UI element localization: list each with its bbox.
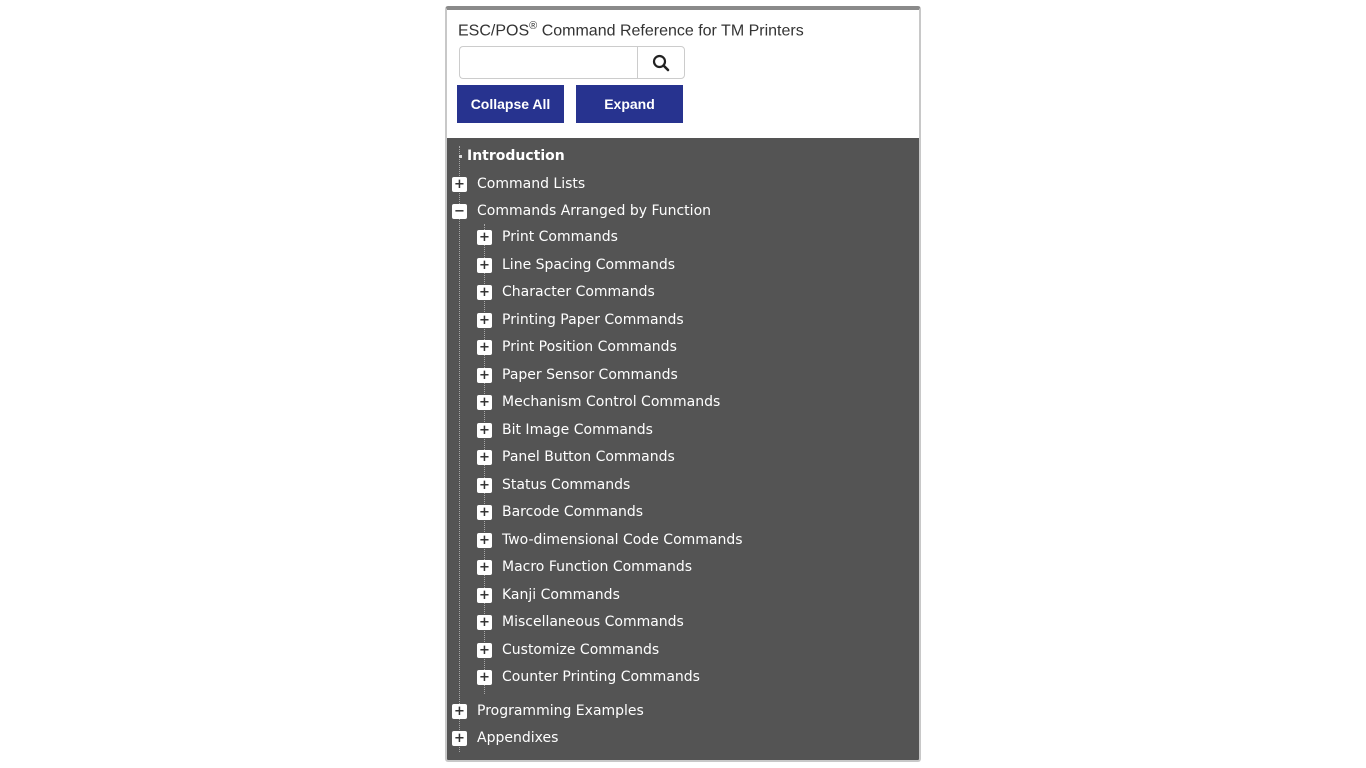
tree-item-function-1[interactable]: + Line Spacing Commands — [477, 255, 675, 275]
tree-item-label: Command Lists — [477, 176, 586, 192]
expand-icon[interactable]: + — [477, 587, 492, 603]
tree-item-function-15[interactable]: + Customize Commands — [477, 640, 659, 660]
expand-icon[interactable]: + — [477, 477, 492, 493]
search-icon — [652, 54, 670, 71]
expand-button[interactable]: Expand — [576, 85, 683, 123]
tree-item-label: Print Position Commands — [502, 339, 677, 355]
tree-item-label: Mechanism Control Commands — [502, 394, 721, 410]
tree-item-label: Character Commands — [502, 284, 655, 300]
expand-icon[interactable]: + — [477, 504, 492, 520]
tree-item-function-8[interactable]: + Panel Button Commands — [477, 447, 675, 467]
collapse-icon[interactable]: − — [452, 203, 467, 219]
tree-item-programming-examples[interactable]: + Programming Examples — [452, 701, 644, 721]
tree-item-label: Commands Arranged by Function — [477, 203, 712, 219]
tree-item-function-4[interactable]: + Print Position Commands — [477, 337, 677, 357]
expand-icon[interactable]: + — [477, 367, 492, 383]
toc-tree: Introduction + Command Lists − Commands … — [447, 138, 919, 760]
expand-icon[interactable]: + — [477, 257, 492, 273]
search-input[interactable] — [459, 46, 637, 79]
tree-item-label: Kanji Commands — [502, 587, 620, 603]
tree-item-label: Customize Commands — [502, 642, 660, 658]
tree-item-label: Programming Examples — [477, 703, 644, 719]
panel-header: ESC/POS® Command Reference for TM Printe… — [447, 10, 919, 138]
expand-icon[interactable]: + — [477, 394, 492, 410]
tree-item-label: Two-dimensional Code Commands — [502, 532, 743, 548]
expand-icon[interactable]: + — [477, 284, 492, 300]
expand-icon[interactable]: + — [477, 669, 492, 685]
tree-item-function-14[interactable]: + Miscellaneous Commands — [477, 612, 684, 632]
navigation-panel: ESC/POS® Command Reference for TM Printe… — [445, 6, 921, 762]
tree-item-function-10[interactable]: + Barcode Commands — [477, 502, 643, 522]
tree-item-function-9[interactable]: + Status Commands — [477, 475, 630, 495]
tree-item-commands-by-function[interactable]: − Commands Arranged by Function — [452, 201, 711, 221]
expand-icon[interactable]: + — [477, 449, 492, 465]
bullet-icon — [459, 154, 462, 158]
tree-item-label: Barcode Commands — [502, 504, 644, 520]
tree-item-function-13[interactable]: + Kanji Commands — [477, 585, 620, 605]
tree-item-label: Paper Sensor Commands — [502, 367, 678, 383]
expand-icon[interactable]: + — [452, 176, 467, 192]
tree-item-function-2[interactable]: + Character Commands — [477, 282, 655, 302]
tree-item-label: Appendixes — [477, 730, 559, 746]
tree-item-function-16[interactable]: + Counter Printing Commands — [477, 667, 700, 687]
tree-item-label: Status Commands — [502, 477, 631, 493]
tree-item-appendixes[interactable]: + Appendixes — [452, 728, 558, 748]
tree-item-label: Counter Printing Commands — [502, 669, 700, 685]
expand-icon[interactable]: + — [477, 312, 492, 328]
tree-item-function-5[interactable]: + Paper Sensor Commands — [477, 365, 678, 385]
tree-item-function-7[interactable]: + Bit Image Commands — [477, 420, 653, 440]
page-title: ESC/POS® Command Reference for TM Printe… — [458, 20, 804, 40]
expand-icon[interactable]: + — [477, 422, 492, 438]
tree-item-label: Miscellaneous Commands — [502, 614, 684, 630]
tree-item-label: Printing Paper Commands — [502, 312, 684, 328]
expand-icon[interactable]: + — [477, 339, 492, 355]
expand-icon[interactable]: + — [477, 532, 492, 548]
expand-icon[interactable]: + — [477, 614, 492, 630]
tree-item-function-6[interactable]: + Mechanism Control Commands — [477, 392, 720, 412]
tree-item-function-11[interactable]: + Two-dimensional Code Commands — [477, 530, 743, 550]
tree-item-function-0[interactable]: + Print Commands — [477, 227, 618, 247]
expand-icon[interactable]: + — [477, 229, 492, 245]
tree-guide-line — [459, 146, 460, 752]
expand-icon[interactable]: + — [477, 642, 492, 658]
tree-item-label: Bit Image Commands — [502, 422, 653, 438]
tree-item-label: Macro Function Commands — [502, 559, 693, 575]
tree-item-label: Panel Button Commands — [502, 449, 675, 465]
search-button[interactable] — [637, 46, 685, 79]
tree-item-introduction[interactable]: Introduction — [459, 146, 565, 166]
tree-item-command-lists[interactable]: + Command Lists — [452, 174, 585, 194]
collapse-all-button[interactable]: Collapse All — [457, 85, 564, 123]
expand-icon[interactable]: + — [452, 703, 467, 719]
tree-item-label: Line Spacing Commands — [502, 257, 676, 273]
tree-item-function-3[interactable]: + Printing Paper Commands — [477, 310, 684, 330]
expand-icon[interactable]: + — [477, 559, 492, 575]
expand-icon[interactable]: + — [452, 730, 467, 746]
tree-item-label: Print Commands — [502, 229, 618, 245]
tree-item-function-12[interactable]: + Macro Function Commands — [477, 557, 692, 577]
tree-item-label: Introduction — [467, 148, 565, 164]
